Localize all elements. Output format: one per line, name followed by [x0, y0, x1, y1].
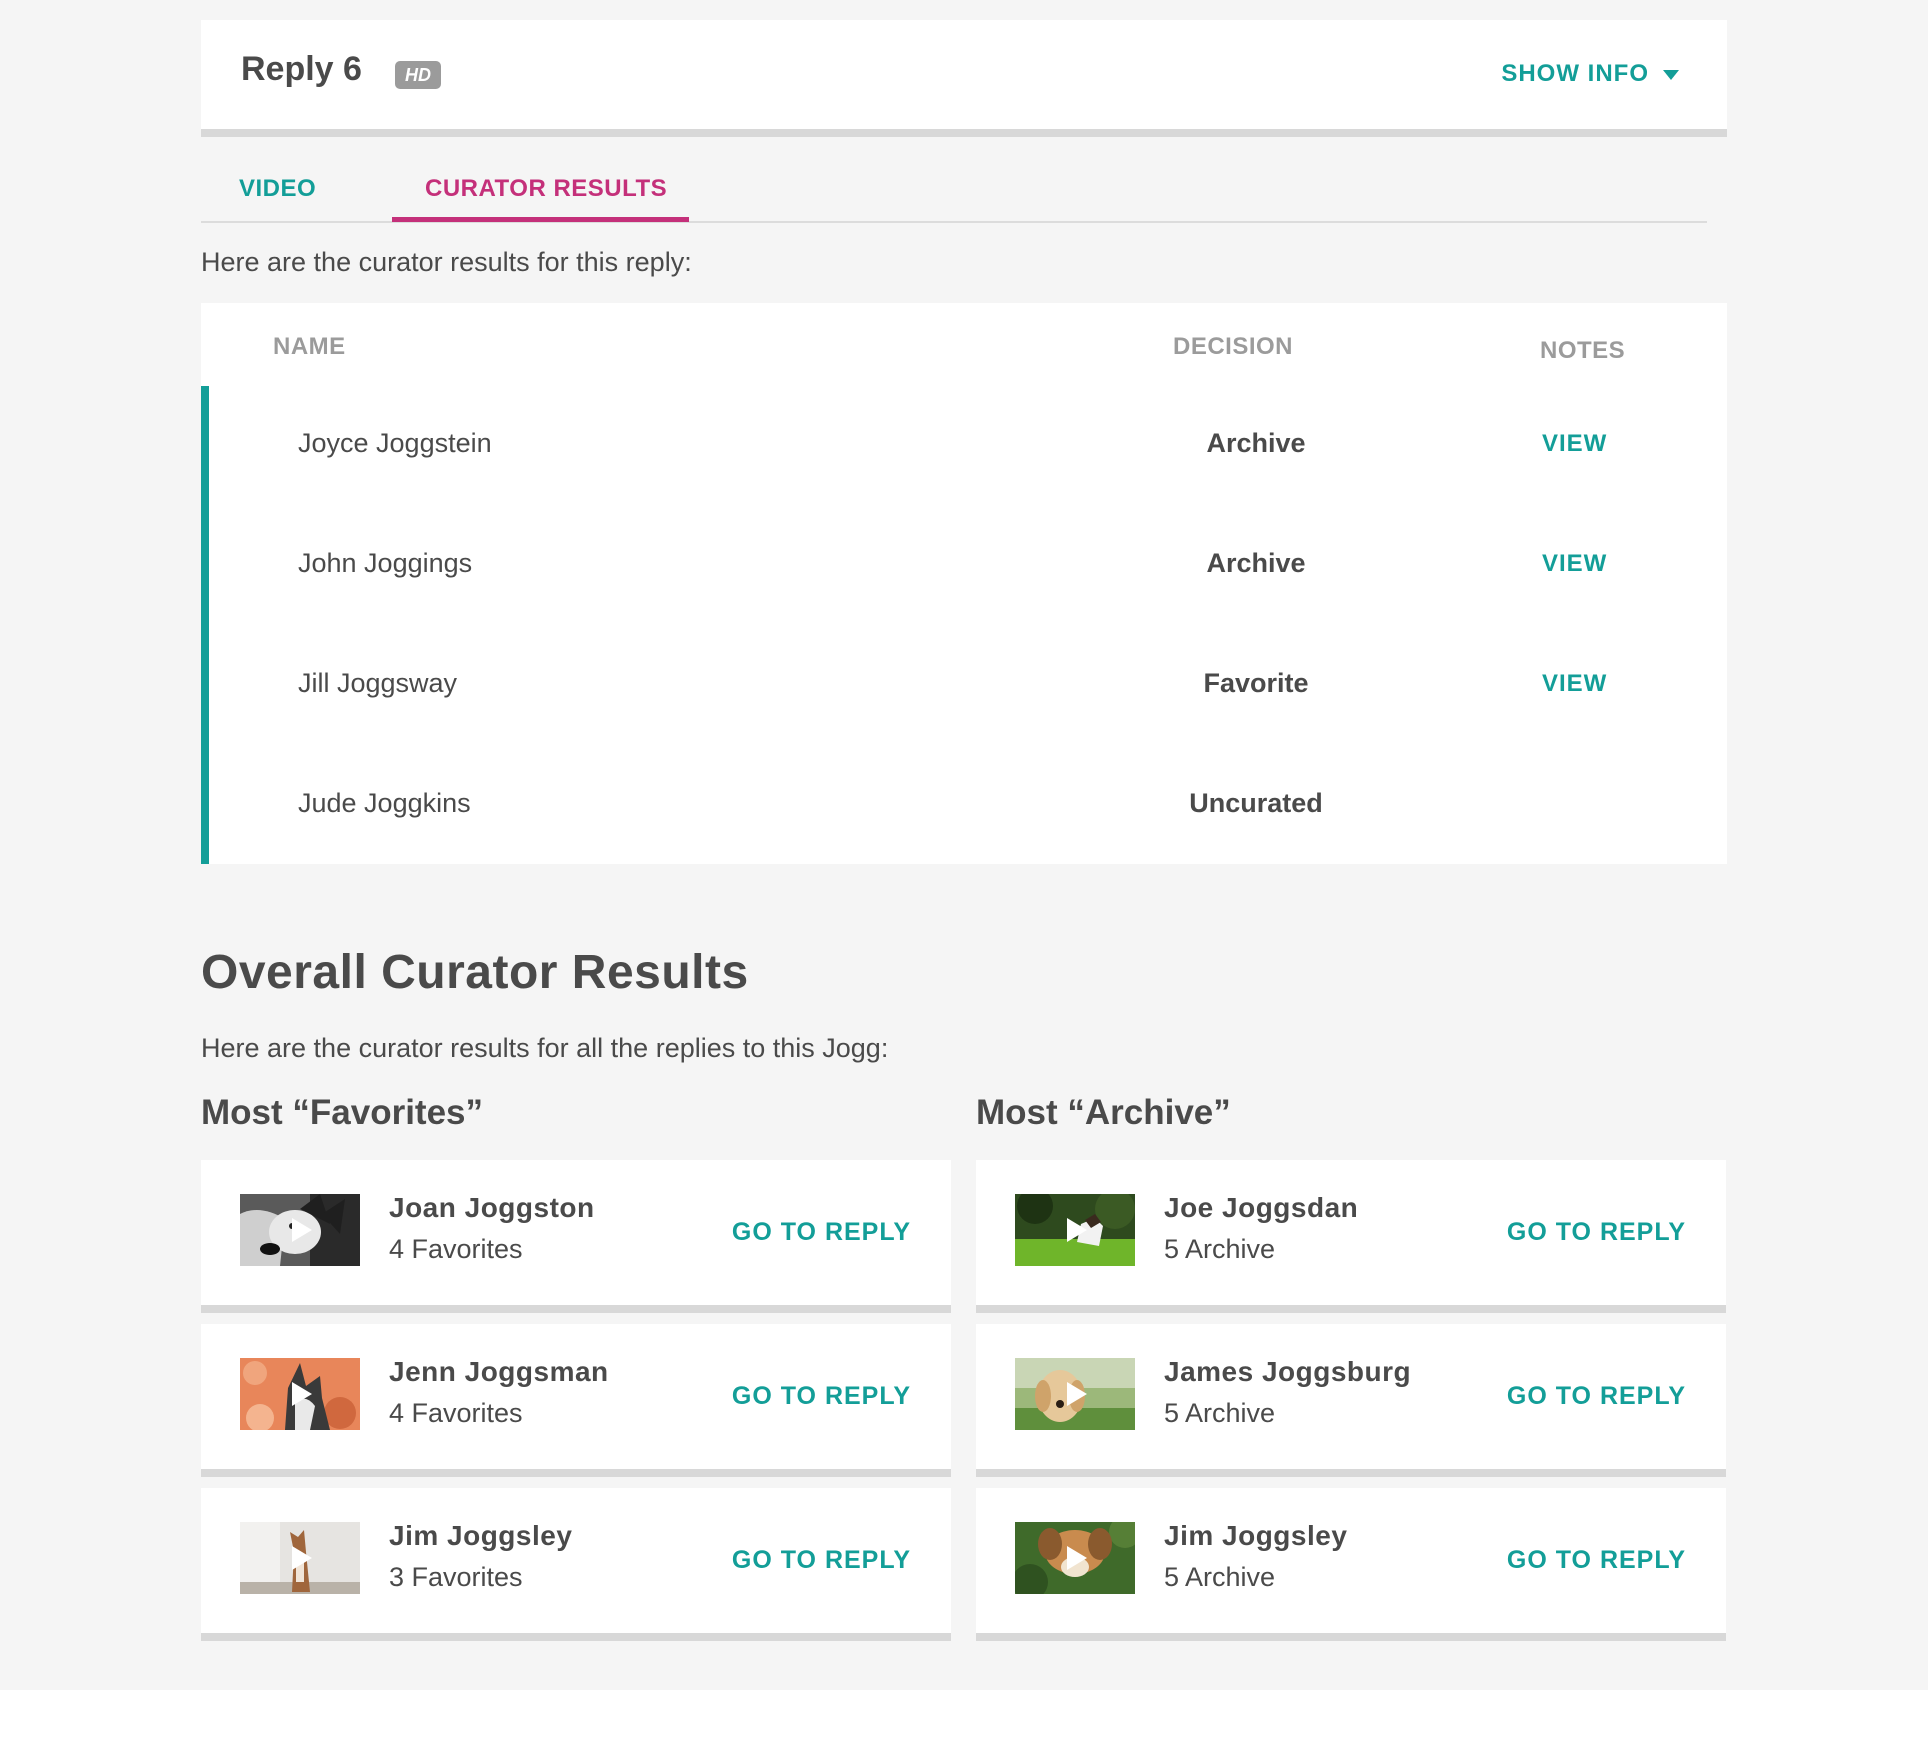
play-icon: [292, 1546, 312, 1570]
play-icon: [292, 1382, 312, 1406]
hd-badge: HD: [395, 61, 441, 89]
go-to-reply-button[interactable]: GO TO REPLY: [1507, 1546, 1686, 1575]
show-info-button[interactable]: SHOW INFO: [1501, 60, 1679, 88]
caret-down-icon: [1663, 69, 1679, 80]
spaniel-grass-thumbnail[interactable]: [1015, 1522, 1135, 1594]
column-header-name: NAME: [273, 333, 346, 360]
most-archive-title: Most “Archive”: [976, 1093, 1231, 1132]
intro-text: Here are the curator results for this re…: [201, 247, 692, 277]
reply-card: Jenn Joggsman 4 Favorites GO TO REPLY: [201, 1324, 951, 1477]
card-name: Jenn Joggsman: [389, 1356, 609, 1387]
go-to-reply-button[interactable]: GO TO REPLY: [732, 1546, 911, 1575]
reply-card: Joan Joggston 4 Favorites GO TO REPLY: [201, 1160, 951, 1313]
card-count: 5 Archive: [1164, 1234, 1276, 1264]
table-row: Jude Joggkins Uncurated: [201, 768, 1727, 888]
tab-bar: VIDEO CURATOR RESULTS: [201, 165, 1707, 223]
play-icon: [292, 1218, 312, 1242]
play-icon: [1067, 1546, 1087, 1570]
overall-results-title: Overall Curator Results: [201, 946, 749, 999]
table-row: Jill Joggsway Favorite VIEW: [201, 648, 1727, 768]
card-count: 5 Archive: [1164, 1562, 1276, 1592]
reply-card: Jim Joggsley 5 Archive GO TO REPLY: [976, 1488, 1726, 1641]
most-favorites-title: Most “Favorites”: [201, 1093, 483, 1132]
active-tab-indicator: [392, 217, 689, 222]
overall-results-subtitle: Here are the curator results for all the…: [201, 1033, 889, 1063]
reply-header: Reply 6 HD SHOW INFO: [201, 20, 1727, 137]
play-icon: [1067, 1218, 1087, 1242]
table-row: Joyce Joggstein Archive VIEW: [201, 408, 1727, 528]
card-name: Jim Joggsley: [1164, 1520, 1348, 1551]
card-count: 4 Favorites: [389, 1398, 523, 1428]
card-count: 3 Favorites: [389, 1562, 523, 1592]
card-name: Joan Joggston: [389, 1192, 595, 1223]
go-to-reply-button[interactable]: GO TO REPLY: [732, 1382, 911, 1411]
row-name: Jill Joggsway: [298, 668, 458, 698]
reply-title: Reply 6: [241, 50, 362, 88]
card-name: James Joggsburg: [1164, 1356, 1412, 1387]
card-count: 5 Archive: [1164, 1398, 1276, 1428]
row-name: Jude Joggkins: [298, 788, 471, 818]
column-header-decision: DECISION: [1173, 333, 1294, 360]
row-name: Joyce Joggstein: [298, 428, 492, 458]
view-notes-link[interactable]: VIEW: [1542, 550, 1607, 578]
curator-results-table: NAME DECISION NOTES Joyce Joggstein Arch…: [201, 303, 1727, 864]
view-notes-link[interactable]: VIEW: [1542, 670, 1607, 698]
table-row: John Joggings Archive VIEW: [201, 528, 1727, 648]
tab-video[interactable]: VIDEO: [239, 175, 316, 203]
reply-card: Joe Joggsdan 5 Archive GO TO REPLY: [976, 1160, 1726, 1313]
dog-grass-thumbnail[interactable]: [1015, 1194, 1135, 1266]
play-icon: [1067, 1382, 1087, 1406]
row-decision: Archive: [1206, 428, 1306, 458]
column-header-notes: NOTES: [1540, 337, 1626, 364]
show-info-label: SHOW INFO: [1501, 60, 1649, 87]
reply-card: James Joggsburg 5 Archive GO TO REPLY: [976, 1324, 1726, 1477]
card-count: 4 Favorites: [389, 1234, 523, 1264]
card-name: Joe Joggsdan: [1164, 1192, 1359, 1223]
row-decision: Uncurated: [1189, 788, 1323, 818]
view-notes-link[interactable]: VIEW: [1542, 430, 1607, 458]
husky-autumn-thumbnail[interactable]: [240, 1358, 360, 1430]
row-decision: Favorite: [1203, 668, 1309, 698]
row-name: John Joggings: [298, 548, 473, 578]
go-to-reply-button[interactable]: GO TO REPLY: [1507, 1382, 1686, 1411]
tab-curator-results[interactable]: CURATOR RESULTS: [425, 175, 667, 203]
husky-bw-thumbnail[interactable]: [240, 1194, 360, 1266]
reply-card: Jim Joggsley 3 Favorites GO TO REPLY: [201, 1488, 951, 1641]
row-decision: Archive: [1206, 548, 1306, 578]
dog-standing-thumbnail[interactable]: [240, 1522, 360, 1594]
go-to-reply-button[interactable]: GO TO REPLY: [732, 1218, 911, 1247]
golden-retriever-thumbnail[interactable]: [1015, 1358, 1135, 1430]
card-name: Jim Joggsley: [389, 1520, 573, 1551]
go-to-reply-button[interactable]: GO TO REPLY: [1507, 1218, 1686, 1247]
